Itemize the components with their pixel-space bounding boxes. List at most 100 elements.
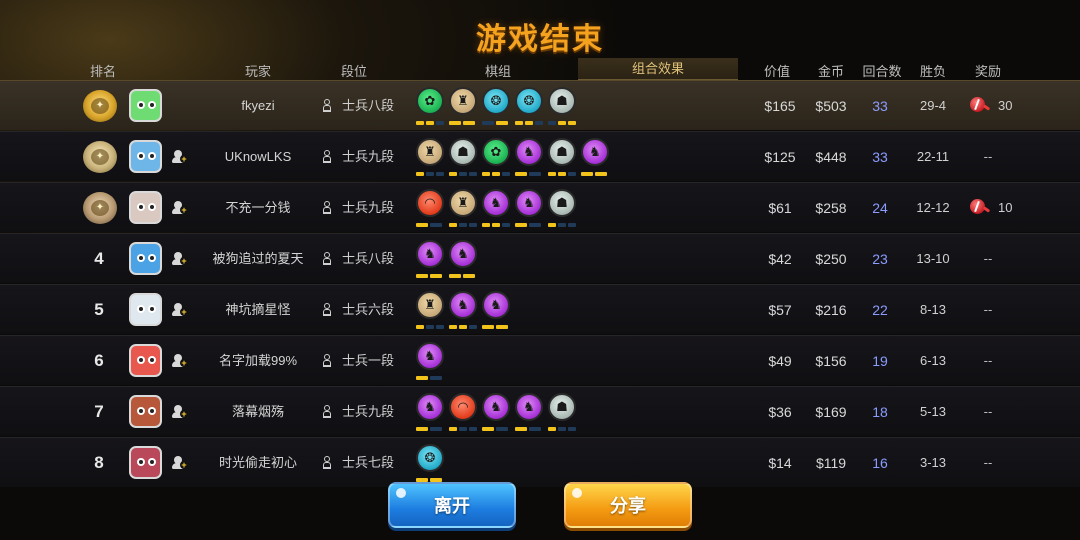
table-row: ✦ fkyezi 士兵八段 ✿ ♜ ❂ ❂ ☗ $165 $503 33 29-4 30 (0, 80, 1080, 130)
synergy-red-icon[interactable]: ◠ (416, 189, 444, 217)
add-friend-icon[interactable]: + (172, 201, 188, 216)
rounds-count: 22 (872, 302, 888, 318)
avatar[interactable] (129, 395, 162, 428)
synergy-silver-icon[interactable]: ☗ (548, 393, 576, 421)
synergy-gold-icon[interactable]: ♜ (416, 138, 444, 166)
player-name: 落幕烟殇 (231, 404, 285, 419)
reward-amount: -- (983, 251, 993, 266)
player-tier: 士兵六段 (342, 302, 395, 317)
header-tier: 段位 (340, 64, 368, 79)
header-rank: 排名 (89, 64, 117, 79)
player-name: 神坑摘星怪 (225, 302, 291, 317)
avatar[interactable] (129, 446, 162, 479)
tab-synergy[interactable]: 组合效果 (578, 58, 738, 80)
rank-number: 4 (94, 249, 104, 268)
synergy-blue-icon[interactable]: ❂ (515, 87, 543, 115)
synergy-purple-icon[interactable]: ♞ (482, 291, 510, 319)
avatar[interactable] (129, 140, 162, 173)
player-tier: 士兵一段 (342, 353, 395, 368)
synergy-purple-icon[interactable]: ♞ (515, 393, 543, 421)
header-winloss: 胜负 (919, 64, 947, 79)
avatar[interactable] (129, 242, 162, 275)
player-tier: 士兵七段 (342, 455, 395, 470)
synergy-gold-icon[interactable]: ♜ (449, 87, 477, 115)
board-value: $125 (764, 149, 796, 165)
rounds-count: 24 (872, 200, 888, 216)
synergy-purple-icon[interactable]: ♞ (482, 393, 510, 421)
synergy-gold-icon[interactable]: ♜ (449, 189, 477, 217)
board-value: $61 (768, 200, 792, 216)
add-friend-icon[interactable]: + (172, 303, 188, 318)
soldier-rank-icon (322, 201, 332, 215)
player-name: 时光偷走初心 (218, 455, 298, 470)
win-loss: 3-13 (919, 455, 947, 470)
add-friend-icon[interactable]: + (172, 150, 188, 165)
avatar[interactable] (129, 191, 162, 224)
synergy-purple-icon[interactable]: ♞ (482, 189, 510, 217)
add-friend-icon[interactable]: + (172, 405, 188, 420)
player-tier: 士兵九段 (342, 149, 395, 164)
header-player: 玩家 (244, 64, 272, 79)
add-friend-icon[interactable]: + (172, 252, 188, 267)
gold-amount: $119 (815, 455, 847, 471)
rank-number: 7 (94, 402, 104, 421)
board-value: $36 (768, 404, 792, 420)
soldier-rank-icon (322, 354, 332, 368)
player-tier: 士兵八段 (342, 251, 395, 266)
synergy-silver-icon[interactable]: ☗ (548, 87, 576, 115)
soldier-rank-icon (322, 456, 332, 470)
synergy-blue-icon[interactable]: ❂ (482, 87, 510, 115)
board-value: $57 (768, 302, 792, 318)
win-loss: 29-4 (919, 98, 947, 113)
leave-button[interactable]: 离开 (388, 482, 516, 528)
avatar[interactable] (129, 344, 162, 377)
synergy-green-icon[interactable]: ✿ (482, 138, 510, 166)
synergy-purple-icon[interactable]: ♞ (581, 138, 609, 166)
synergy-green-icon[interactable]: ✿ (416, 87, 444, 115)
gold-amount: $169 (815, 404, 847, 420)
tab-board[interactable]: 棋组 (485, 61, 511, 80)
rank-number: 8 (94, 453, 104, 472)
reward-amount: -- (983, 353, 993, 368)
rank-number: 5 (94, 300, 104, 319)
synergy-purple-icon[interactable]: ♞ (449, 240, 477, 268)
player-tier: 士兵九段 (342, 200, 395, 215)
reward-amount: -- (983, 455, 993, 470)
header-reward: 奖励 (974, 64, 1002, 79)
win-loss: 13-10 (916, 251, 950, 266)
add-friend-icon[interactable]: + (172, 456, 188, 471)
win-loss: 6-13 (919, 353, 947, 368)
synergy-purple-icon[interactable]: ♞ (416, 342, 444, 370)
synergy-gold-icon[interactable]: ♜ (416, 291, 444, 319)
synergy-red-icon[interactable]: ◠ (449, 393, 477, 421)
player-tier: 士兵八段 (342, 98, 395, 113)
synergy-silver-icon[interactable]: ☗ (449, 138, 477, 166)
win-loss: 22-11 (916, 149, 950, 164)
synergy-purple-icon[interactable]: ♞ (416, 240, 444, 268)
page-title: 游戏结束 (476, 22, 604, 57)
synergy-purple-icon[interactable]: ♞ (515, 138, 543, 166)
synergy-purple-icon[interactable]: ♞ (416, 393, 444, 421)
gold-amount: $156 (815, 353, 847, 369)
gold-amount: $258 (815, 200, 847, 216)
avatar[interactable] (129, 293, 162, 326)
avatar[interactable] (129, 89, 162, 122)
results-table: ✦ fkyezi 士兵八段 ✿ ♜ ❂ ❂ ☗ $165 $503 33 29-4 30 ✦ + UKnowL… (0, 80, 1080, 488)
rounds-count: 18 (872, 404, 888, 420)
reward-candy-icon (970, 96, 991, 114)
synergy-purple-icon[interactable]: ♞ (515, 189, 543, 217)
synergy-blue-icon[interactable]: ❂ (416, 444, 444, 472)
table-row: 6 + 名字加载99% 士兵一段 ♞ $49 $156 19 6-13 -- (0, 335, 1080, 385)
synergy-purple-icon[interactable]: ♞ (449, 291, 477, 319)
synergy-silver-icon[interactable]: ☗ (548, 138, 576, 166)
share-button[interactable]: 分享 (564, 482, 692, 528)
gold-amount: $503 (815, 98, 847, 114)
board-value: $49 (768, 353, 792, 369)
rank-medal-icon: ✦ (83, 192, 117, 224)
soldier-rank-icon (322, 99, 332, 113)
soldier-rank-icon (322, 405, 332, 419)
table-row: 7 + 落幕烟殇 士兵九段 ♞ ◠ ♞ ♞ ☗ $36 $169 18 5-13 -- (0, 386, 1080, 436)
synergy-silver-icon[interactable]: ☗ (548, 189, 576, 217)
add-friend-icon[interactable]: + (172, 354, 188, 369)
reward-candy-icon (970, 198, 991, 216)
